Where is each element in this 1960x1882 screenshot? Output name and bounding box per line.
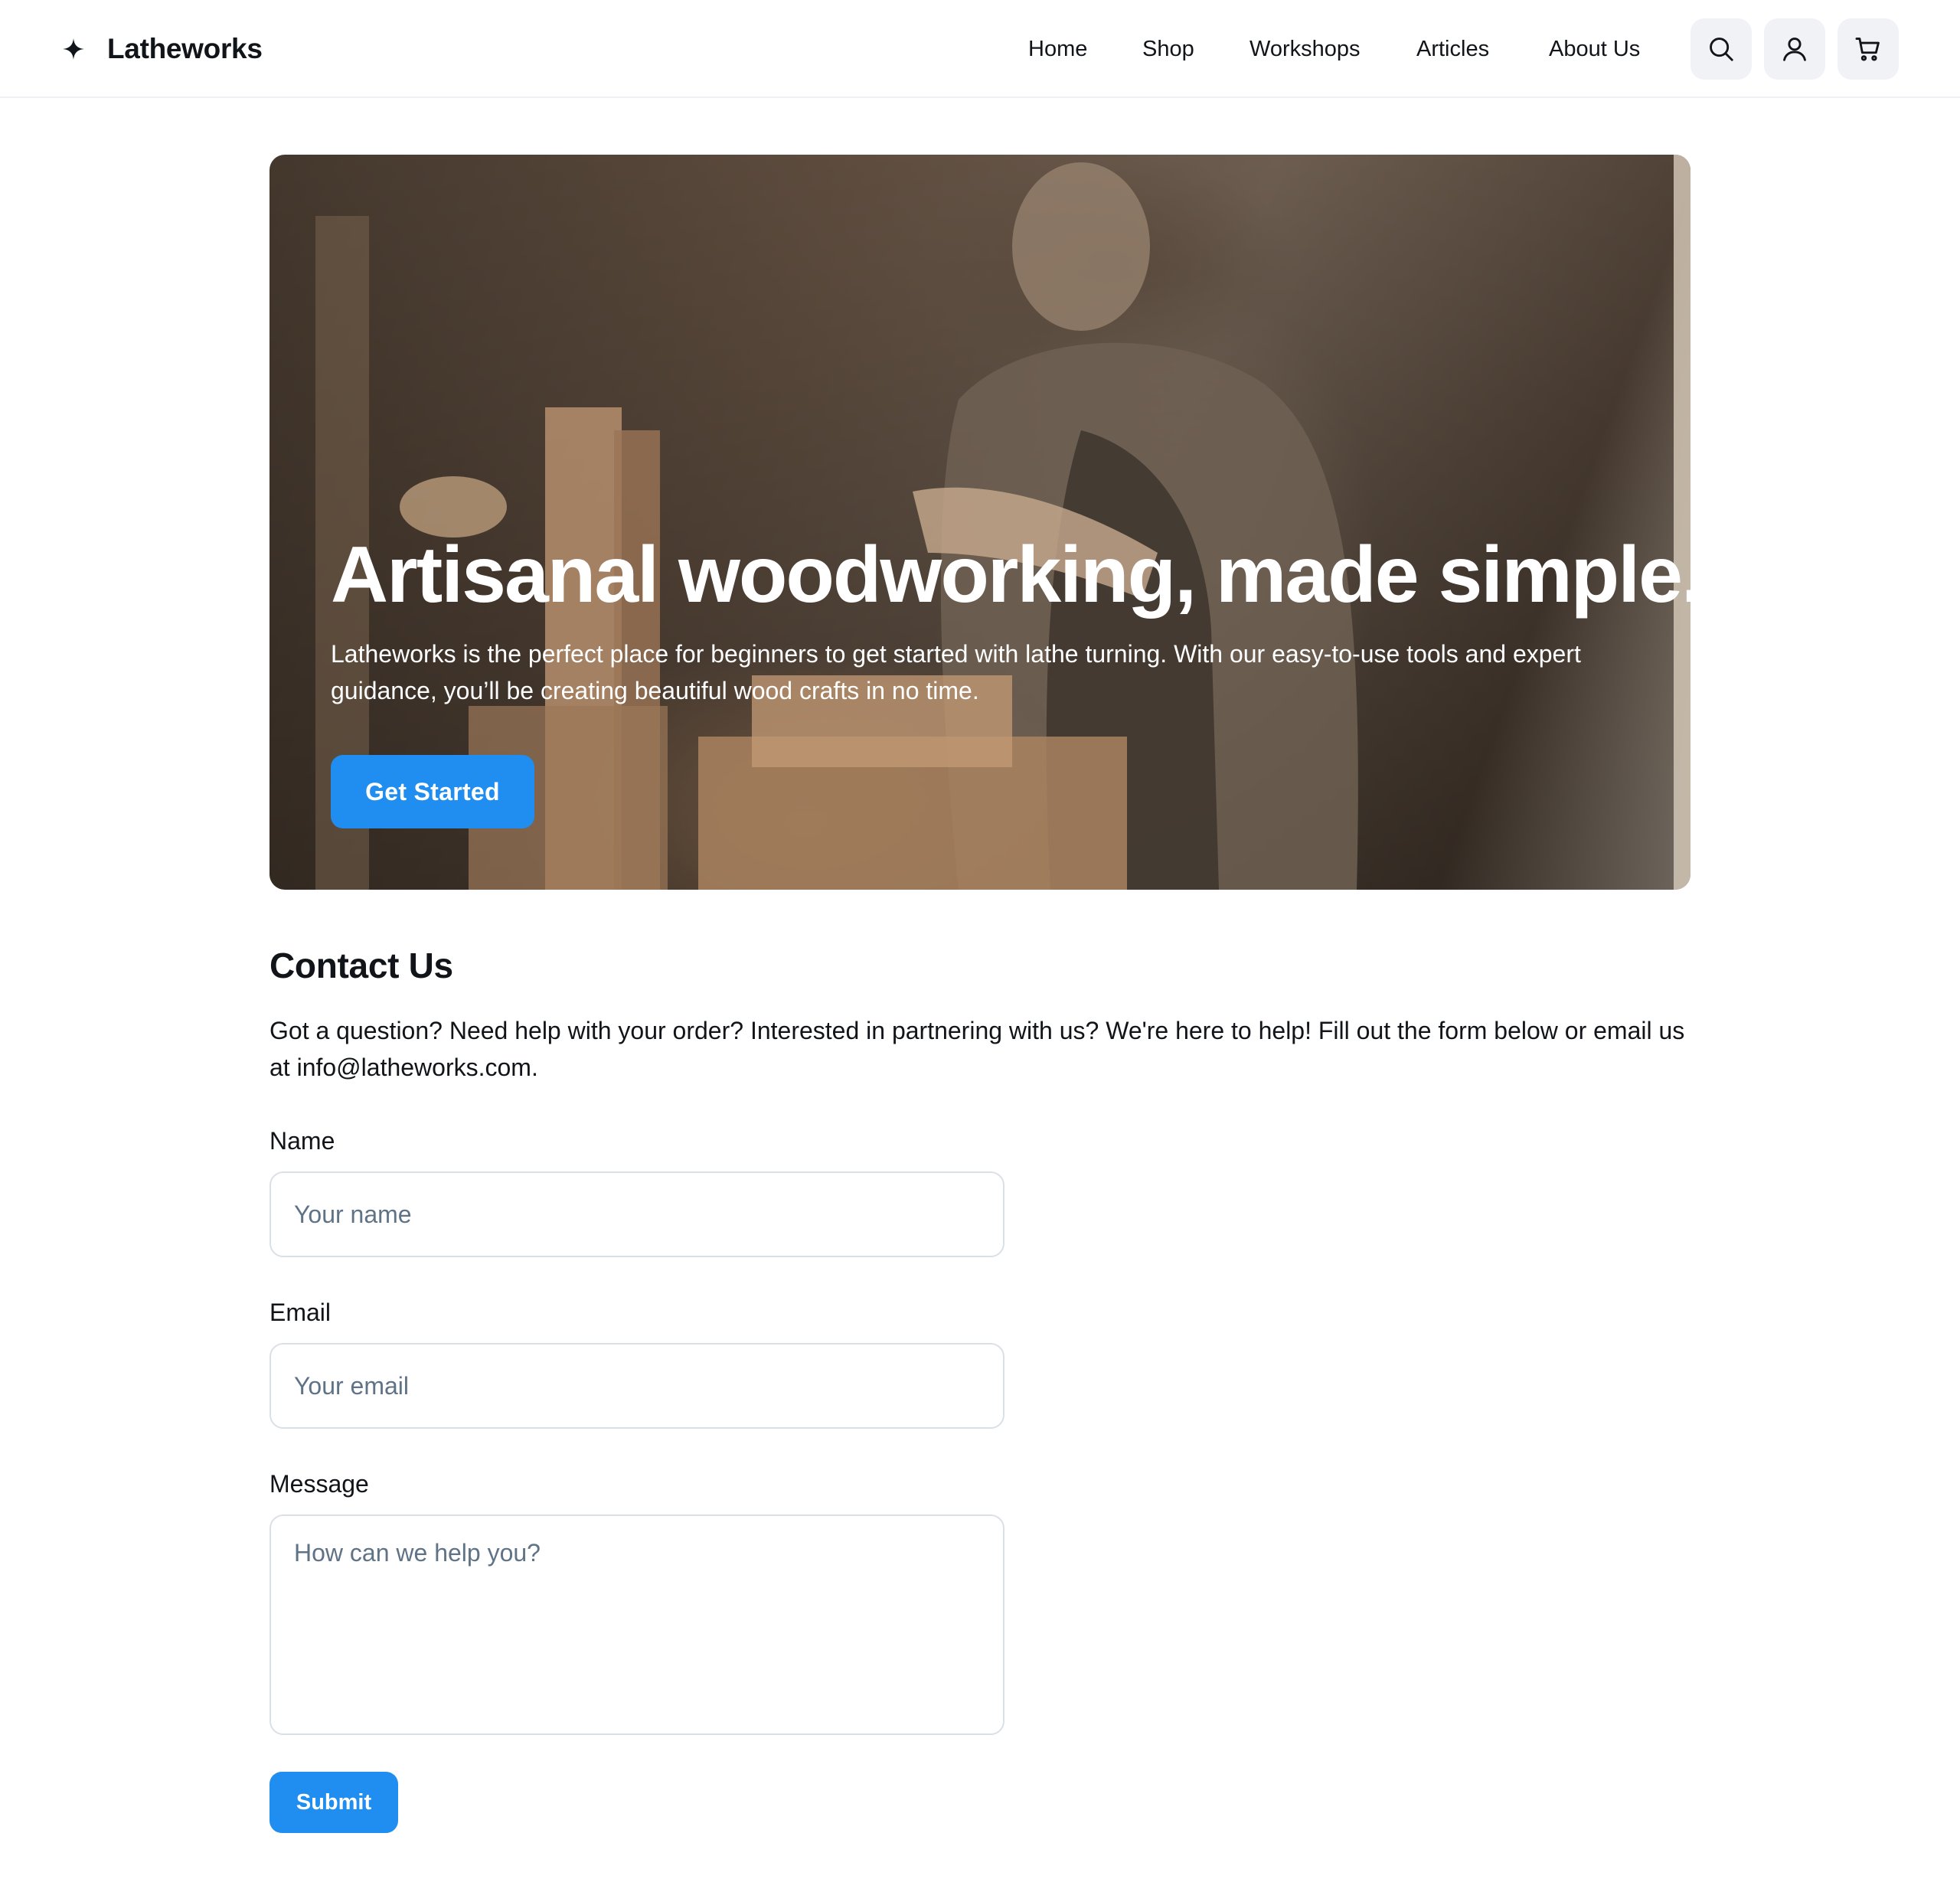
email-input[interactable] — [270, 1343, 1004, 1429]
nav-link-home[interactable]: Home — [1028, 31, 1087, 67]
nav-link-workshops[interactable]: Workshops — [1250, 31, 1361, 67]
hero-content: Artisanal woodworking, made simple. Lath… — [331, 530, 1690, 709]
brand-name: Latheworks — [107, 33, 263, 64]
account-button[interactable] — [1764, 18, 1825, 80]
contact-description: Got a question? Need help with your orde… — [270, 1017, 1685, 1081]
sparkle-logo-icon — [63, 38, 84, 60]
message-textarea[interactable] — [270, 1514, 1004, 1735]
email-label: Email — [270, 1299, 332, 1326]
cart-icon — [1855, 38, 1880, 61]
site-header: Latheworks Home Shop Workshops Articles … — [0, 0, 1960, 98]
brand[interactable]: Latheworks — [61, 29, 263, 69]
nav-link-about-us[interactable]: About Us — [1549, 31, 1640, 67]
hero-banner: Artisanal woodworking, made simple. Lath… — [270, 155, 1690, 890]
search-button[interactable] — [1690, 18, 1752, 80]
message-label: Message — [270, 1470, 369, 1498]
search-icon — [1710, 38, 1733, 61]
cart-button[interactable] — [1838, 18, 1899, 80]
nav-link-shop[interactable]: Shop — [1142, 31, 1194, 67]
get-started-button[interactable]: Get Started — [331, 755, 534, 828]
name-label: Name — [270, 1127, 335, 1155]
user-icon — [1783, 38, 1806, 61]
submit-button[interactable]: Submit — [270, 1772, 398, 1833]
hero-title: Artisanal woodworking, made simple. — [331, 531, 1690, 619]
nav-link-articles[interactable]: Articles — [1416, 31, 1489, 67]
hero-subtitle: Latheworks is the perfect place for begi… — [331, 640, 1581, 704]
contact-intro: Contact Us Got a question? Need help wit… — [270, 939, 1690, 1086]
contact-title: Contact Us — [270, 946, 453, 985]
name-input[interactable] — [270, 1171, 1004, 1257]
